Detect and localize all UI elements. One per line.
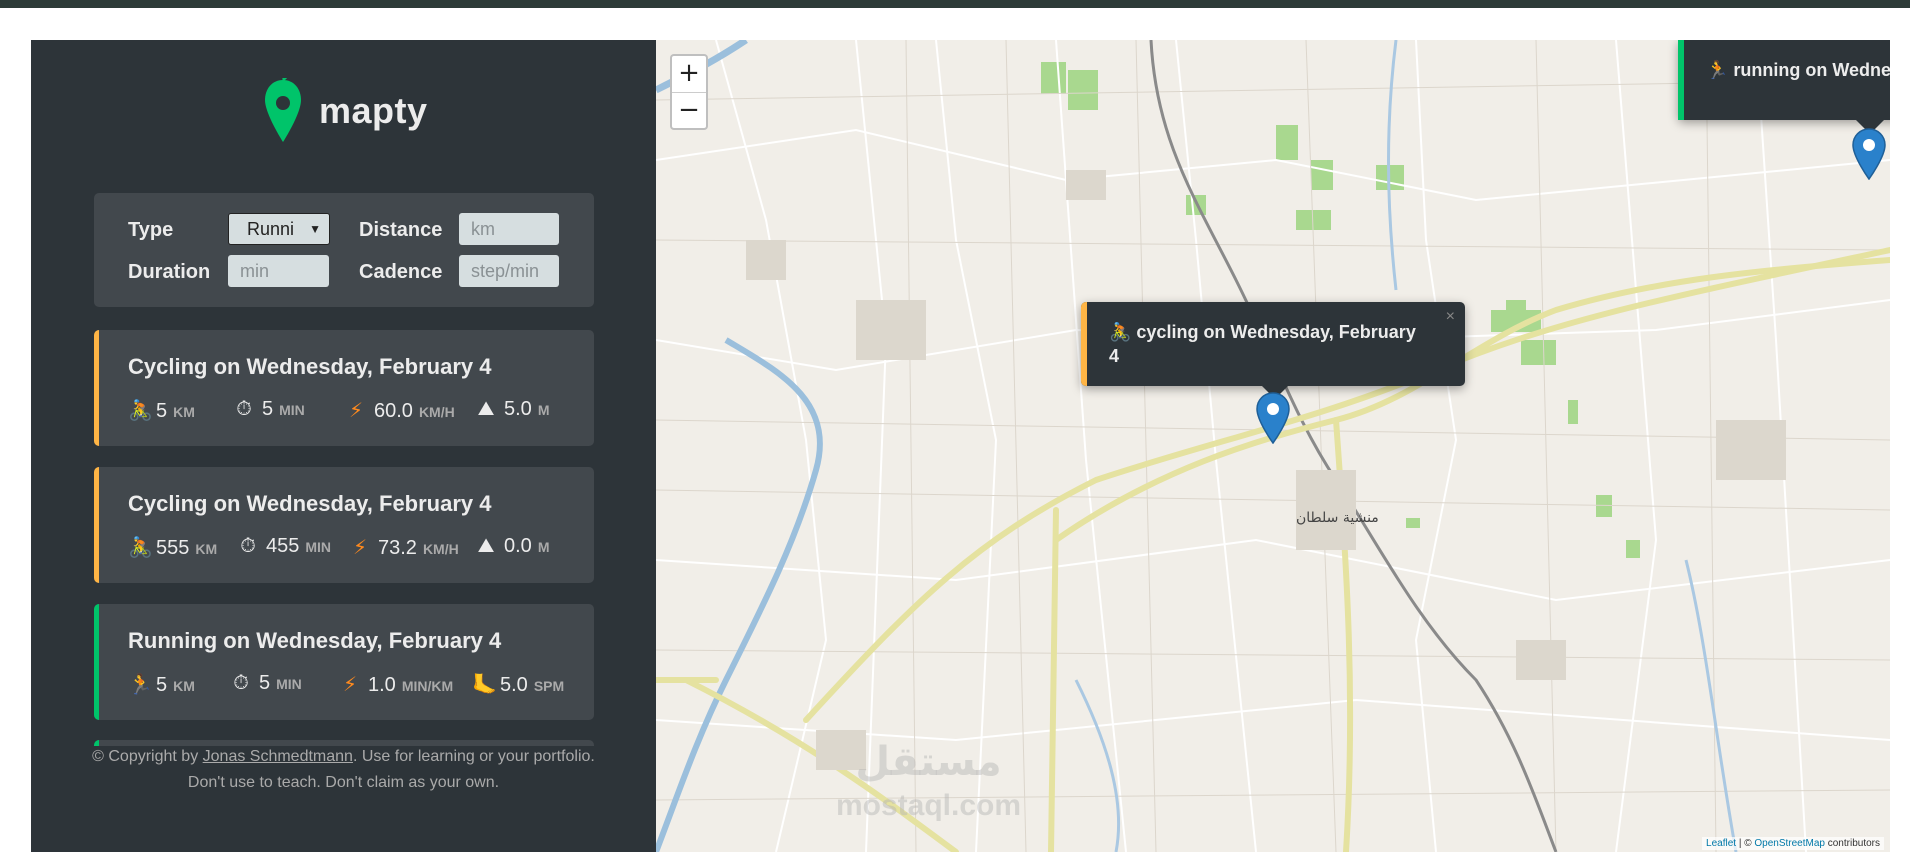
leaflet-link[interactable]: Leaflet	[1706, 838, 1736, 849]
duration-stat: ⏱ 5 min	[234, 398, 305, 421]
lightning-icon: ⚡	[348, 400, 364, 422]
elevation-stat: ⛰ 5.0 m	[477, 398, 550, 420]
workout-form: Type Runni ▼ Distance km Duration min Ca…	[94, 193, 594, 307]
distance-stat: 🚴 555 km	[128, 537, 218, 559]
footprint-icon: 🦶	[472, 674, 497, 696]
pace-stat: ⚡ 1.0 min/km	[340, 672, 453, 697]
card-accent-bar	[94, 467, 99, 583]
distance-stat: 🏃 5 km	[128, 674, 195, 696]
map[interactable]: منشية سلطان + − 🚴 cycling on Wednesday, …	[656, 40, 1890, 852]
zoom-out-button[interactable]: −	[672, 93, 706, 129]
workout-title: Cycling on Wednesday, February 4	[128, 354, 492, 379]
cadence-input[interactable]: step/min	[459, 255, 559, 287]
popup-accent-bar	[1678, 40, 1684, 120]
speed-stat: ⚡ 73.2 km/h	[350, 535, 459, 560]
osm-link[interactable]: OpenStreetMap	[1754, 838, 1825, 849]
elevation-stat: ⛰ 0.0 m	[477, 535, 550, 557]
logo-text: mapty	[319, 90, 428, 131]
cycling-popup[interactable]: 🚴 cycling on Wednesday, February 4 ×	[1081, 302, 1465, 386]
logo: mapty	[263, 78, 428, 144]
stopwatch-icon: ⏱	[240, 535, 256, 557]
mountain-icon: ⛰	[477, 535, 495, 557]
cyclist-icon: 🚴	[128, 400, 153, 422]
type-select-value: Runni	[247, 218, 295, 239]
cadence-stat: 🦶 5.0 spm	[472, 674, 565, 696]
top-bar	[0, 0, 1910, 8]
workout-title: Running on Wednesday, February 4	[128, 628, 502, 653]
workout-card-cycling[interactable]: Cycling on Wednesday, February 4 🚴 5 km ⏱ 5…	[94, 330, 594, 446]
close-icon[interactable]: ×	[1446, 308, 1455, 326]
map-marker-icon[interactable]	[1852, 128, 1886, 180]
map-pin-logo-icon	[265, 78, 301, 142]
distance-label: Distance	[359, 219, 443, 241]
distance-input[interactable]: km	[459, 213, 559, 245]
popup-accent-bar	[1081, 302, 1087, 386]
chevron-down-icon: ▼	[309, 222, 321, 236]
stopwatch-icon: ⏱	[233, 672, 249, 694]
watermark: مستقل mostaql.com	[836, 740, 1022, 822]
copyright-footer: © Copyright by Jonas Schmedtmann. Use fo…	[92, 748, 595, 791]
lightning-icon: ⚡	[352, 537, 368, 559]
card-accent-bar	[94, 330, 99, 446]
workout-card-running[interactable]: Running on Wednesday, February 4 🏃 5 km ⏱ 5…	[94, 604, 594, 720]
cadence-label: Cadence	[359, 261, 443, 283]
map-marker-icon[interactable]	[1256, 392, 1290, 444]
stopwatch-icon: ⏱	[236, 398, 252, 420]
duration-label: Duration	[128, 261, 211, 283]
duration-stat: ⏱ 5 min	[231, 672, 302, 695]
popup-text: 🚴 cycling on Wednesday, February 4	[1109, 322, 1416, 366]
town-label: منشية سلطان	[1296, 510, 1379, 526]
workout-title: Cycling on Wednesday, February 4	[128, 491, 492, 516]
map-tiles	[656, 40, 1890, 852]
duration-stat: ⏱ 455 min	[238, 535, 331, 558]
speed-stat: ⚡ 60.0 km/h	[346, 398, 455, 423]
map-attribution: Leaflet | © OpenStreetMap contributors	[1702, 837, 1884, 850]
app-container: mapty Type Runni ▼ Distance km Duration …	[31, 40, 1890, 852]
running-popup[interactable]: 🏃 running on Wednesday, February 4	[1678, 40, 1890, 120]
type-select[interactable]: Runni ▼	[228, 213, 330, 245]
type-label: Type	[128, 219, 174, 241]
zoom-in-button[interactable]: +	[672, 56, 706, 92]
workout-card-cycling[interactable]: Cycling on Wednesday, February 4 🚴 555 km …	[94, 467, 594, 583]
sidebar: mapty Type Runni ▼ Distance km Duration …	[31, 40, 656, 852]
cyclist-icon: 🚴	[128, 537, 153, 559]
lightning-icon: ⚡	[342, 674, 358, 696]
runner-icon: 🏃	[128, 674, 153, 696]
author-link[interactable]: Jonas Schmedtmann	[203, 748, 353, 765]
zoom-control: + −	[670, 54, 708, 130]
popup-text: 🏃 running on Wednesday, February 4	[1706, 60, 1890, 80]
distance-stat: 🚴 5 km	[128, 400, 195, 422]
mountain-icon: ⛰	[477, 398, 495, 420]
card-accent-bar	[94, 604, 99, 720]
duration-input[interactable]: min	[228, 255, 329, 287]
